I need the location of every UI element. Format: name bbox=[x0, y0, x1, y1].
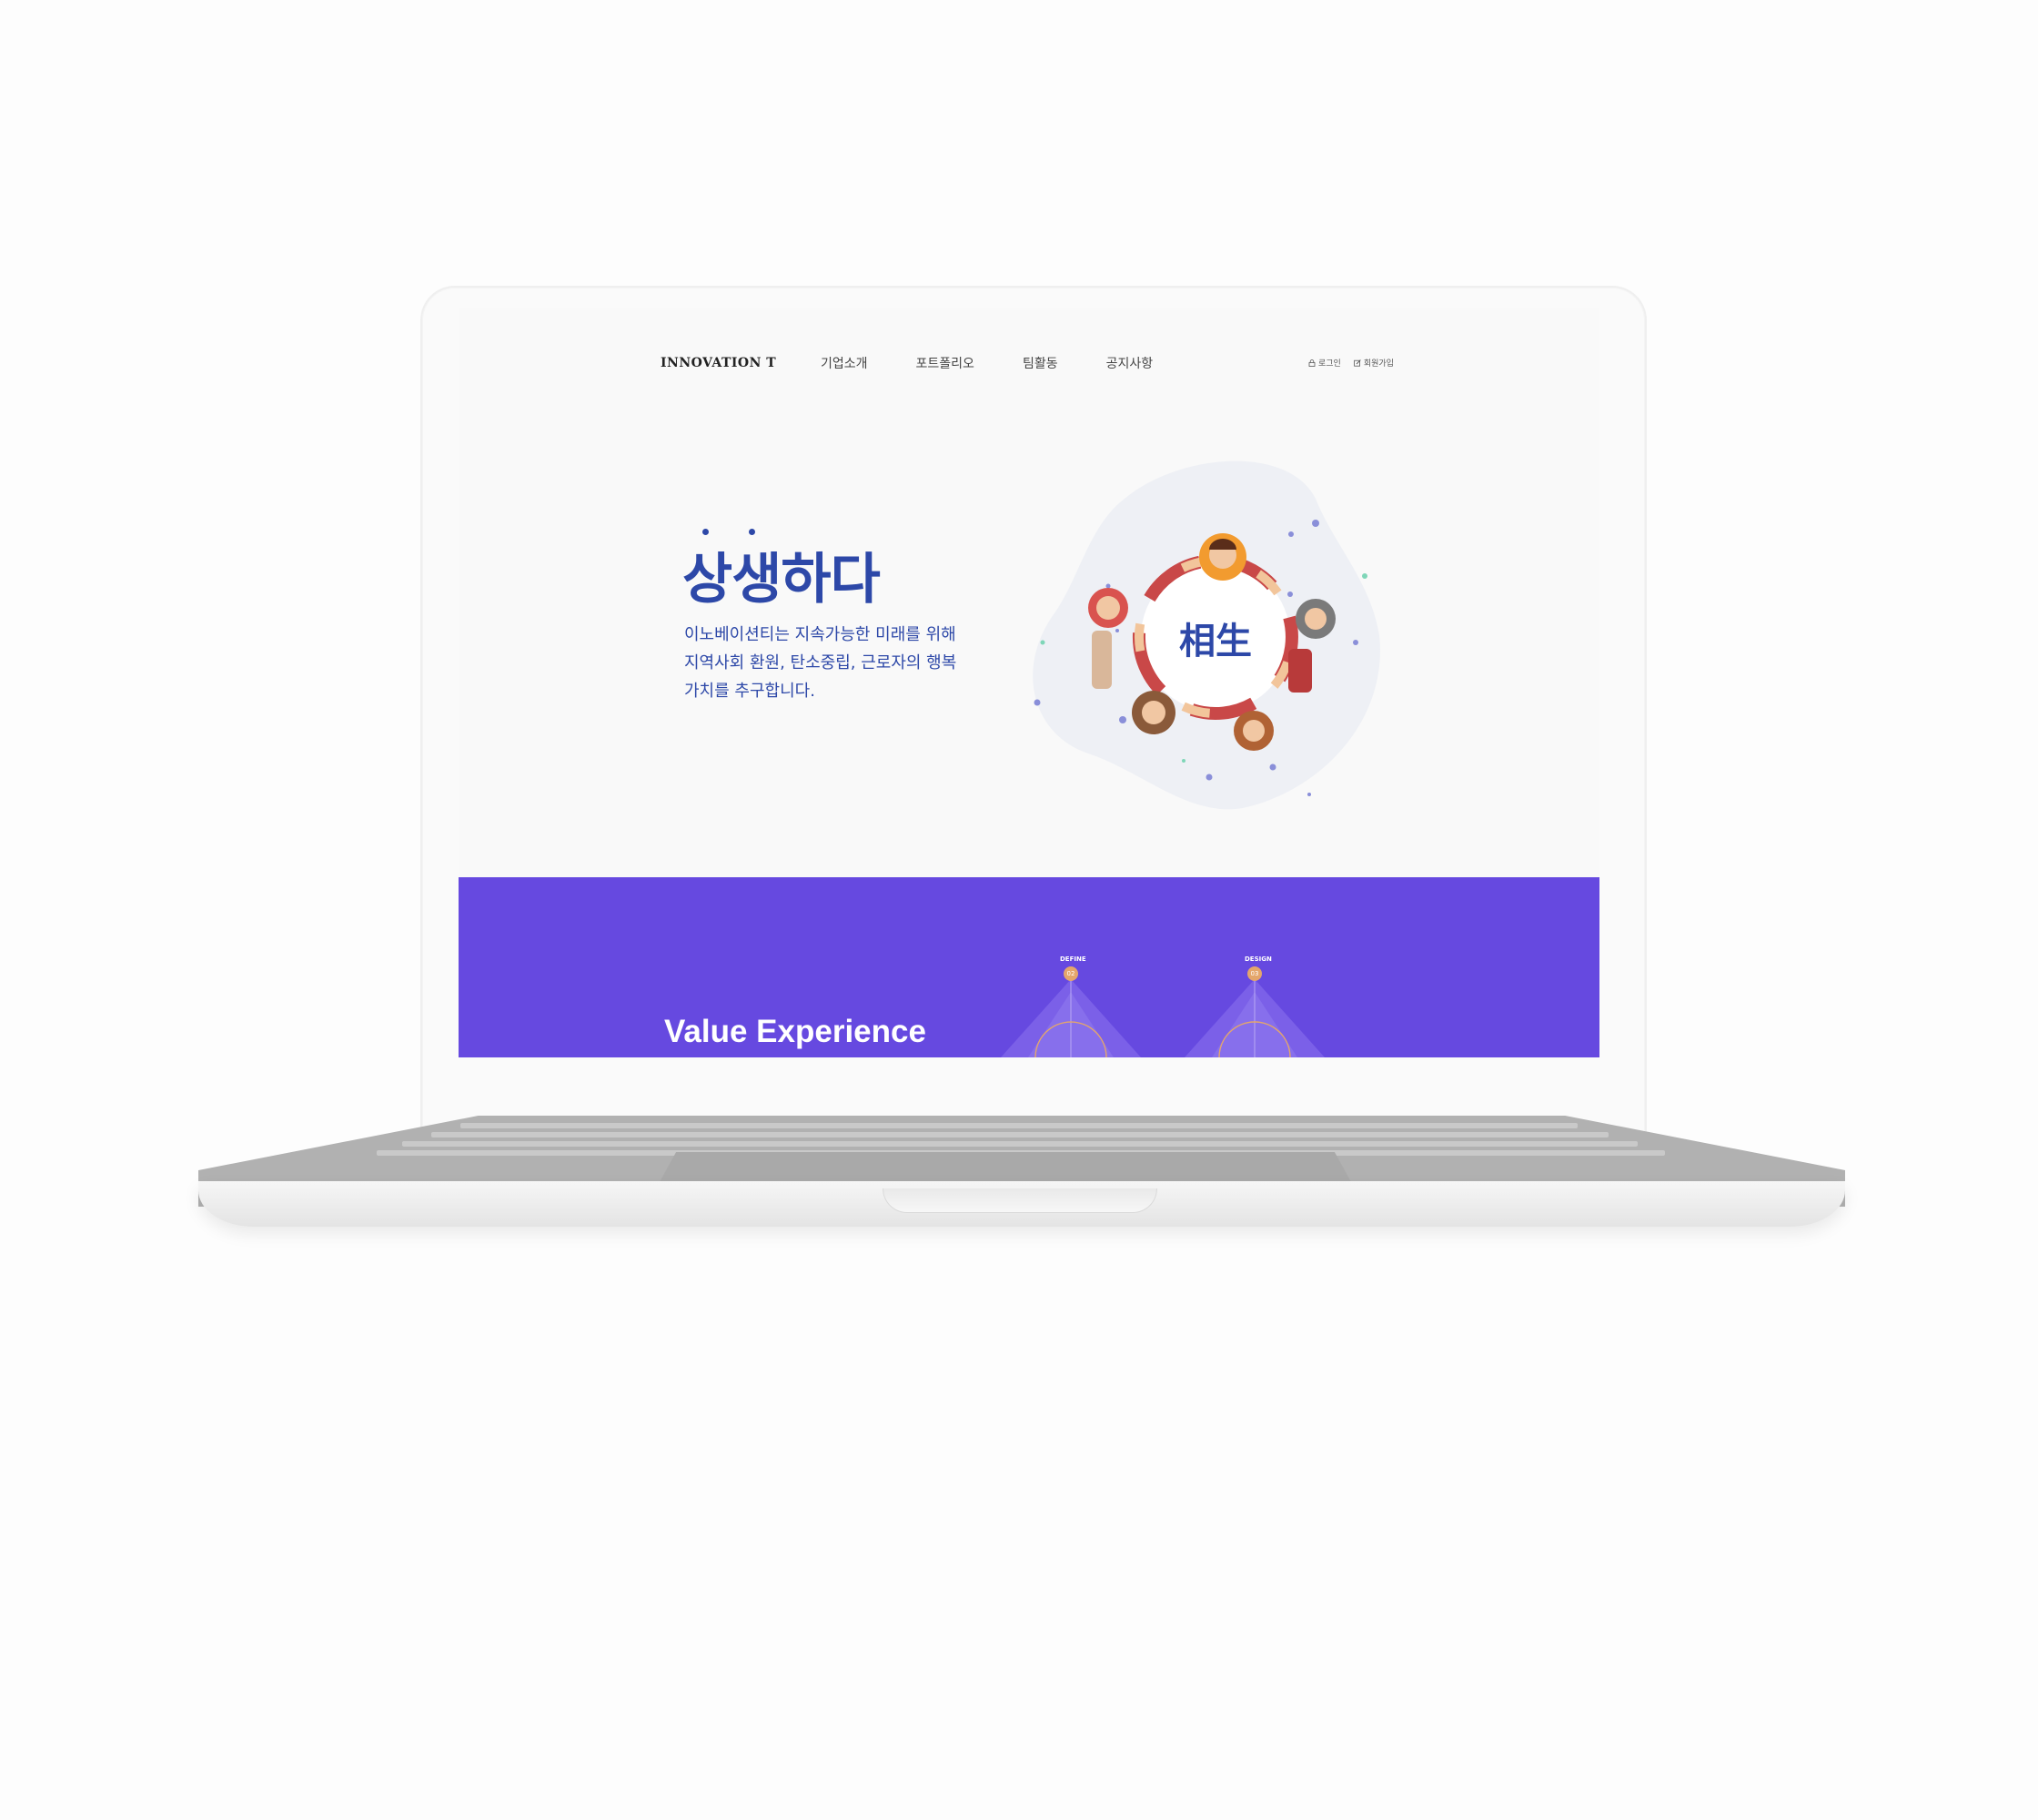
site-logo[interactable]: INNOVATION T bbox=[661, 356, 776, 370]
nav-item-team[interactable]: 팀활동 bbox=[1023, 354, 1058, 372]
nav-item-company[interactable]: 기업소개 bbox=[821, 354, 868, 372]
keyboard-row bbox=[431, 1132, 1609, 1138]
process-diagram bbox=[1001, 979, 1325, 1057]
title-dot bbox=[749, 529, 755, 535]
laptop-screen: INNOVATION T 기업소개 포트폴리오 팀활동 공지사항 로그인 회원가… bbox=[459, 308, 1599, 1057]
value-experience-section: DEFINE 02 DESIGN 03 Value Experience bbox=[459, 877, 1599, 1057]
hero-title: 상생하다 bbox=[682, 529, 881, 614]
title-dot bbox=[702, 529, 709, 535]
value-experience-title: Value Experience bbox=[664, 1014, 926, 1049]
hero-description-line: 가치를 추구합니다. bbox=[684, 682, 815, 701]
step-number-design: 03 bbox=[1247, 966, 1262, 981]
illustration-label: 相生 bbox=[1179, 621, 1252, 662]
hero-description-line: 지역사회 환원, 탄소중립, 근로자의 행복 bbox=[684, 653, 957, 672]
hero-title-text: 상생하다 bbox=[682, 549, 881, 610]
hero-description-line: 이노베이션티는 지속가능한 미래를 위해 bbox=[684, 625, 956, 644]
step-label-define: DEFINE bbox=[1060, 956, 1086, 963]
main-nav: 기업소개 포트폴리오 팀활동 공지사항 bbox=[821, 354, 1153, 372]
people-circle-illustration: 相生 bbox=[1033, 460, 1380, 810]
step-label-design: DESIGN bbox=[1245, 956, 1272, 963]
utility-links: 로그인 회원가입 bbox=[1308, 357, 1394, 369]
login-label: 로그인 bbox=[1318, 359, 1341, 369]
nav-item-notice[interactable]: 공지사항 bbox=[1106, 354, 1154, 372]
keyboard-row bbox=[460, 1123, 1578, 1128]
keyboard-row bbox=[402, 1141, 1638, 1147]
step-number-define: 02 bbox=[1064, 966, 1078, 981]
laptop-open-notch bbox=[883, 1188, 1157, 1213]
signup-link[interactable]: 회원가입 bbox=[1354, 357, 1394, 369]
edit-icon bbox=[1354, 359, 1361, 367]
lock-icon bbox=[1308, 359, 1316, 367]
signup-label: 회원가입 bbox=[1363, 359, 1394, 369]
login-link[interactable]: 로그인 bbox=[1308, 357, 1341, 369]
hero-description: 이노베이션티는 지속가능한 미래를 위해 지역사회 환원, 탄소중립, 근로자의… bbox=[684, 621, 1012, 705]
nav-item-portfolio[interactable]: 포트폴리오 bbox=[916, 354, 974, 372]
